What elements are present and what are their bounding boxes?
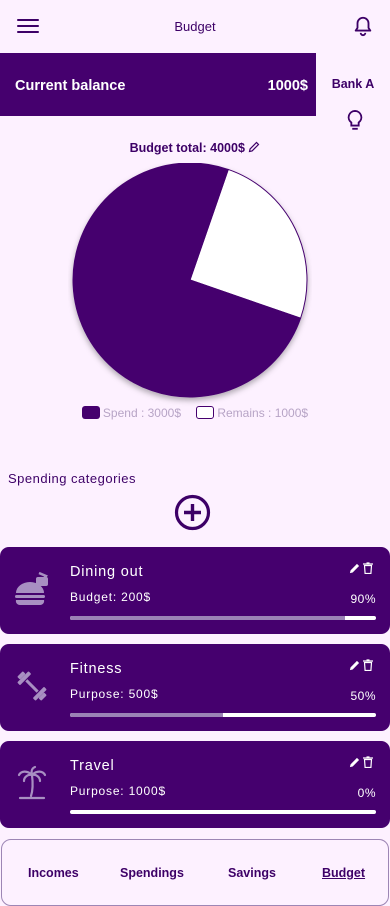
lightbulb-icon[interactable] bbox=[344, 108, 366, 134]
category-amount: Purpose: 1000$ bbox=[70, 784, 166, 798]
legend-label-remains: Remains : 1000$ bbox=[217, 406, 309, 420]
dumbbell-icon bbox=[17, 671, 47, 701]
category-percent: 50% bbox=[350, 689, 376, 703]
pie-legend: Spend : 3000$ Remains : 1000$ bbox=[0, 406, 390, 420]
bell-icon[interactable] bbox=[352, 14, 374, 38]
pencil-icon[interactable] bbox=[349, 563, 360, 574]
budget-total-label: Budget total: 4000$ bbox=[129, 141, 245, 155]
trash-icon[interactable] bbox=[363, 756, 373, 768]
plus-circle-icon[interactable] bbox=[174, 494, 211, 531]
nav-tab-savings[interactable]: Savings bbox=[228, 866, 276, 880]
category-name: Travel bbox=[70, 758, 115, 774]
page-title: Budget bbox=[174, 19, 216, 34]
pencil-icon[interactable] bbox=[349, 660, 360, 671]
category-progress-fill bbox=[70, 713, 223, 717]
category-amount: Budget: 200$ bbox=[70, 590, 151, 604]
category-card-travel[interactable]: Travel Purpose: 1000$ 0% bbox=[0, 741, 390, 828]
palm-tree-icon bbox=[17, 765, 47, 800]
legend-label-spend: Spend : 3000$ bbox=[102, 406, 181, 420]
category-percent: 0% bbox=[357, 786, 376, 800]
trash-icon[interactable] bbox=[363, 659, 373, 671]
category-name: Dining out bbox=[70, 564, 144, 580]
bottom-navigation: Incomes Spendings Savings Budget bbox=[1, 839, 389, 906]
trash-icon[interactable] bbox=[363, 562, 373, 574]
bank-selector[interactable]: Bank A bbox=[316, 77, 390, 91]
food-icon bbox=[15, 571, 48, 606]
balance-label: Current balance bbox=[15, 78, 126, 94]
section-title-spending-categories: Spending categories bbox=[8, 471, 137, 486]
category-name: Fitness bbox=[70, 661, 123, 677]
category-card-dining-out[interactable]: Dining out Budget: 200$ 90% bbox=[0, 547, 390, 634]
nav-tab-budget[interactable]: Budget bbox=[322, 866, 365, 880]
category-progress-bar bbox=[70, 810, 376, 814]
category-progress-bar bbox=[70, 713, 376, 717]
pencil-icon[interactable] bbox=[349, 757, 360, 768]
nav-tab-incomes[interactable]: Incomes bbox=[28, 866, 79, 880]
category-progress-fill bbox=[70, 616, 346, 620]
balance-value: 1000$ bbox=[267, 78, 308, 94]
category-percent: 90% bbox=[350, 592, 376, 606]
legend-swatch-spend bbox=[81, 406, 100, 419]
legend-item-spend: Spend : 3000$ bbox=[81, 406, 181, 420]
legend-swatch-remains bbox=[196, 406, 215, 419]
pencil-icon[interactable] bbox=[248, 141, 260, 153]
budget-total: Budget total: 4000$ bbox=[0, 141, 390, 155]
nav-tab-spendings[interactable]: Spendings bbox=[120, 866, 184, 880]
budget-pie-chart bbox=[72, 163, 308, 398]
category-progress-bar bbox=[70, 616, 376, 620]
category-card-fitness[interactable]: Fitness Purpose: 500$ 50% bbox=[0, 644, 390, 731]
top-app-bar: Budget bbox=[0, 0, 390, 54]
category-amount: Purpose: 500$ bbox=[70, 687, 159, 701]
current-balance-bar: Current balance 1000$ bbox=[0, 53, 316, 116]
legend-item-remains: Remains : 1000$ bbox=[196, 406, 308, 420]
